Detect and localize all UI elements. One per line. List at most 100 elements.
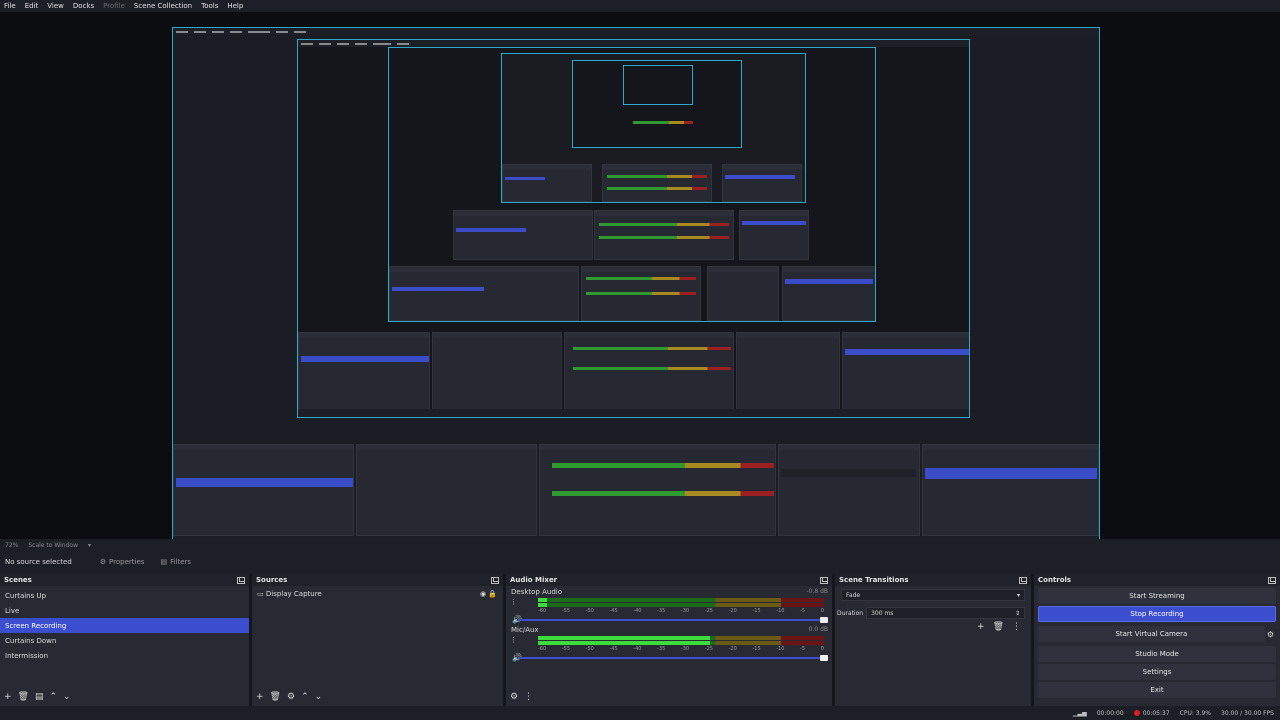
add-icon[interactable]: + <box>256 692 264 702</box>
menu-bar: File Edit View Docks Profile Scene Colle… <box>0 0 1280 12</box>
duration-field[interactable]: 300 ms ⇕ <box>866 607 1025 619</box>
scene-item[interactable]: Curtains Up <box>0 588 249 603</box>
menu-help[interactable]: Help <box>227 2 243 10</box>
popout-icon[interactable] <box>1019 576 1027 584</box>
stream-time: 00:00:00 <box>1096 709 1124 717</box>
meter-tick: -45 <box>609 608 618 614</box>
trash-icon[interactable]: 🗑 <box>270 692 281 702</box>
menu-docks[interactable]: Docks <box>73 2 94 10</box>
properties-label: Properties <box>109 558 145 566</box>
preview-area[interactable] <box>0 12 1280 549</box>
source-label: Display Capture <box>265 589 322 598</box>
chevron-down-icon[interactable]: ▾ <box>88 542 91 549</box>
chevron-down-icon: ▾ <box>1016 591 1020 599</box>
zoom-level[interactable]: 72% <box>5 542 18 549</box>
gear-icon[interactable]: ⚙ <box>1267 630 1274 639</box>
rec-time: 00:05:37 <box>1142 709 1170 717</box>
channel-name: Mic/Aux <box>511 626 539 634</box>
scene-item[interactable]: Curtains Down <box>0 633 249 648</box>
properties-button[interactable]: ⚙ Properties <box>94 556 151 568</box>
nested-capture-3 <box>501 53 806 203</box>
meter-tick: -15 <box>752 646 761 652</box>
sources-title: Sources <box>256 576 288 584</box>
menu-tools[interactable]: Tools <box>201 2 218 10</box>
signal-icon: ▁▃▅ <box>1072 709 1087 717</box>
stop-recording-button[interactable]: Stop Recording <box>1038 606 1276 622</box>
kebab-icon[interactable]: ⋮ <box>1012 622 1021 632</box>
exit-button[interactable]: Exit <box>1038 682 1276 698</box>
trash-icon[interactable]: 🗑 <box>18 692 29 702</box>
scene-item[interactable]: Live <box>0 603 249 618</box>
no-source-label: No source selected <box>5 558 72 566</box>
chevron-down-icon[interactable]: ⌄ <box>315 692 323 702</box>
audio-mixer-dock: Audio Mixer Desktop Audio -0.8 dB ⋮ -60 -… <box>506 574 832 706</box>
sources-dock: Sources ▭ Display Capture ◉ 🔒 + 🗑 ⚙ ⌃ ⌄ <box>252 574 503 706</box>
meter-tick: -35 <box>657 646 666 652</box>
meter-tick: -50 <box>585 608 594 614</box>
popout-icon[interactable] <box>491 576 499 584</box>
kebab-icon[interactable]: ⋮ <box>510 636 517 644</box>
meter-tick: -40 <box>633 646 642 652</box>
channel-name: Desktop Audio <box>511 588 562 596</box>
volume-slider[interactable] <box>520 617 828 623</box>
transition-type: Fade <box>846 591 861 599</box>
transition-select[interactable]: Fade ▾ <box>841 589 1025 601</box>
channel-db: 0.0 dB <box>808 626 828 633</box>
filter-icon[interactable]: ▤ <box>35 692 44 702</box>
start-streaming-button[interactable]: Start Streaming <box>1038 588 1276 604</box>
meter-tick: -30 <box>680 646 690 652</box>
nested-menu <box>173 28 1099 35</box>
meter-tick: -20 <box>728 608 737 614</box>
menu-profile[interactable]: Profile <box>103 2 125 10</box>
monitor-icon: ▭ <box>257 589 264 598</box>
meter-tick: -55 <box>561 608 570 614</box>
cpu-usage: CPU: 3.9% <box>1179 709 1212 717</box>
settings-button[interactable]: Settings <box>1038 664 1276 680</box>
meter-tick: -25 <box>704 608 713 614</box>
link-icon[interactable]: ⚙ <box>510 692 518 702</box>
scale-mode-select[interactable]: Scale to Window <box>28 542 78 549</box>
volume-slider[interactable] <box>520 655 828 661</box>
chevron-up-icon[interactable]: ⌃ <box>50 692 58 702</box>
scene-item[interactable]: Intermission <box>0 648 249 663</box>
meter-tick: -45 <box>609 646 618 652</box>
popout-icon[interactable] <box>820 576 828 584</box>
meter-tick: -10 <box>776 608 785 614</box>
meter-tick: -55 <box>561 646 570 652</box>
chevron-down-icon[interactable]: ⌄ <box>63 692 71 702</box>
popout-icon[interactable] <box>237 576 245 584</box>
gear-icon[interactable]: ⚙ <box>287 692 295 702</box>
scene-item-selected[interactable]: Screen Recording <box>0 618 249 633</box>
preview-canvas[interactable] <box>172 27 1100 549</box>
scenes-dock: Scenes Curtains Up Live Screen Recording… <box>0 574 249 706</box>
meter-tick: -10 <box>776 646 785 652</box>
filters-button[interactable]: ▤ Filters <box>154 556 197 568</box>
menu-file[interactable]: File <box>4 2 16 10</box>
meter-tick: 0 <box>820 646 824 652</box>
filters-label: Filters <box>170 558 192 566</box>
menu-scene-collection[interactable]: Scene Collection <box>134 2 192 10</box>
menu-edit[interactable]: Edit <box>25 2 39 10</box>
audio-channel: Desktop Audio -0.8 dB ⋮ -60 -55 -50 -45 -40-… <box>506 586 832 624</box>
trash-icon[interactable]: 🗑 <box>993 622 1004 632</box>
add-icon[interactable]: + <box>4 692 12 702</box>
controls-title: Controls <box>1038 576 1072 584</box>
scenes-title: Scenes <box>4 576 32 584</box>
preview-toolbar: 72% Scale to Window ▾ <box>0 539 1280 551</box>
add-icon[interactable]: + <box>977 622 985 632</box>
menu-view[interactable]: View <box>47 2 64 10</box>
source-item[interactable]: ▭ Display Capture ◉ 🔒 <box>252 586 503 601</box>
start-virtual-camera-button[interactable]: Start Virtual Camera <box>1038 626 1265 642</box>
docks-row: Scenes Curtains Up Live Screen Recording… <box>0 574 1280 706</box>
stepper-icon: ⇕ <box>1014 609 1020 617</box>
chevron-up-icon[interactable]: ⌃ <box>301 692 309 702</box>
popout-icon[interactable] <box>1268 576 1276 584</box>
meter-tick: -5 <box>800 608 806 614</box>
studio-mode-button[interactable]: Studio Mode <box>1038 646 1276 662</box>
kebab-icon[interactable]: ⋮ <box>524 692 533 702</box>
scene-transitions-dock: Scene Transitions Fade ▾ Duration 300 ms ⇕… <box>835 574 1031 706</box>
eye-icon[interactable]: ◉ <box>480 590 486 598</box>
meter-tick: -5 <box>800 646 806 652</box>
kebab-icon[interactable]: ⋮ <box>510 598 517 606</box>
lock-icon[interactable]: 🔒 <box>488 590 497 598</box>
